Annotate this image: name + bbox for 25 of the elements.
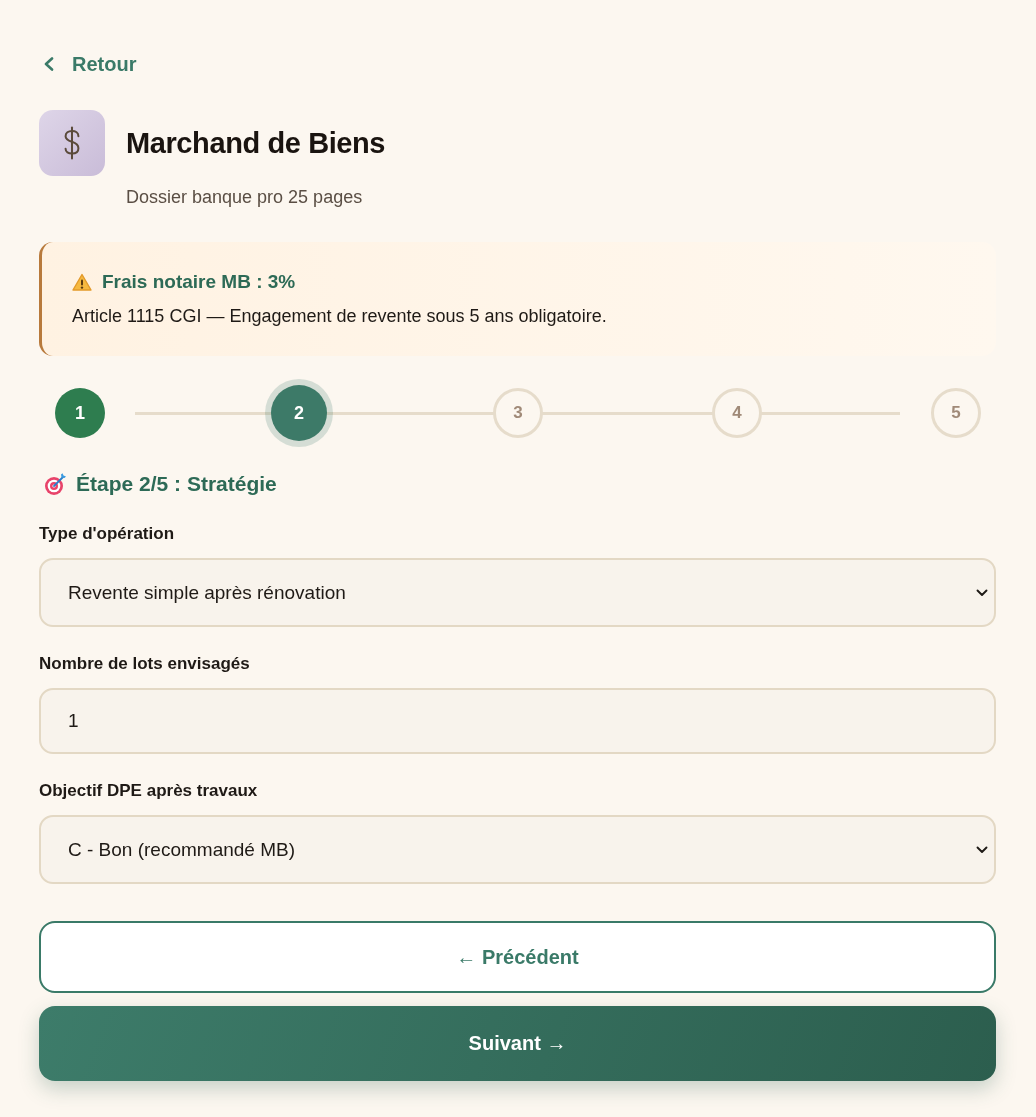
chevron-left-icon <box>44 57 54 71</box>
select-field[interactable]: C - Bon (recommandé MB) <box>39 815 996 884</box>
step-circle: 3 <box>493 388 543 438</box>
field-label: Objectif DPE après travaux <box>39 781 258 801</box>
alert-text: Article 1115 CGI — Engagement de revente sous 5 ans obligatoire. <box>72 305 607 328</box>
previous-button[interactable]: ← Précédent <box>39 921 996 993</box>
step-circle: 5 <box>931 388 981 438</box>
target-icon <box>44 473 66 495</box>
step-title: Étape 2/5 : Stratégie <box>76 471 277 497</box>
warning-icon <box>72 273 92 291</box>
input-field[interactable]: 1 <box>39 688 996 754</box>
alert-title: Frais notaire MB : 3% <box>102 270 296 294</box>
back-link[interactable]: Retour <box>44 52 137 76</box>
chevron-down-icon <box>976 589 988 597</box>
next-button[interactable]: Suivant → <box>39 1006 996 1081</box>
field-label: Type d'opération <box>39 524 174 544</box>
field-label: Nombre de lots envisagés <box>39 654 250 674</box>
chevron-down-icon <box>976 846 988 854</box>
dollar-icon <box>39 110 105 176</box>
step-circle: 4 <box>712 388 762 438</box>
page-subtitle: Dossier banque pro 25 pages <box>126 186 363 208</box>
page-title: Marchand de Biens <box>126 126 386 160</box>
select-field[interactable]: Revente simple après rénovation <box>39 558 996 627</box>
step-circle: 1 <box>55 388 105 438</box>
step-circle: 2 <box>271 385 327 441</box>
